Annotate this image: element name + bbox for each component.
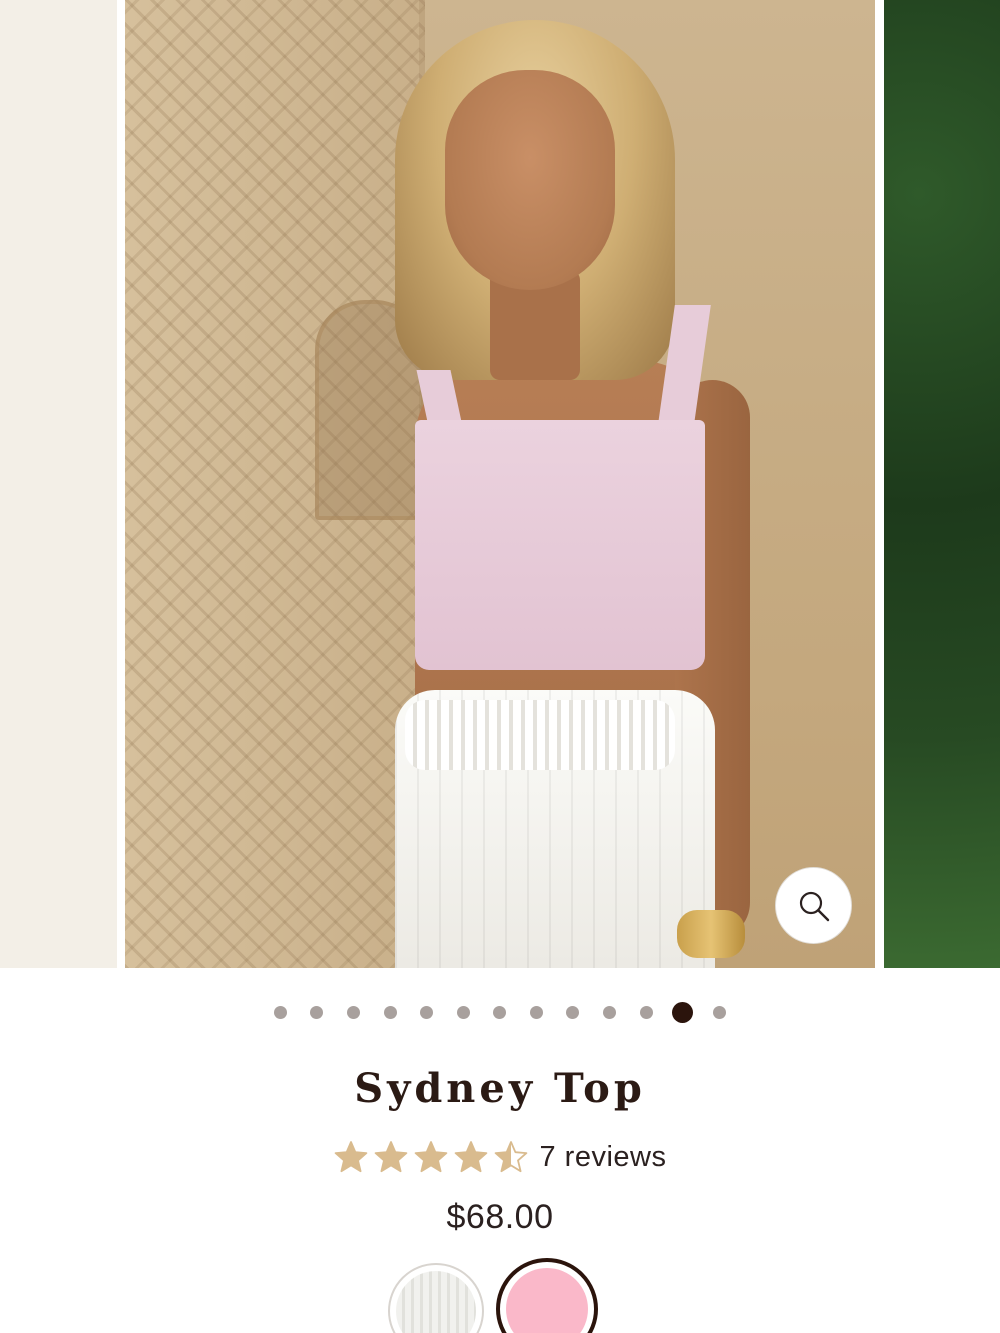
star-full-icon: [334, 1141, 367, 1173]
previous-slide-peek[interactable]: [0, 0, 117, 968]
star-full-icon: [414, 1141, 447, 1173]
pagination-dot[interactable]: [493, 1005, 507, 1019]
pagination-dot-active[interactable]: [672, 1001, 694, 1023]
star-rating: [334, 1140, 528, 1174]
pagination-dot[interactable]: [273, 1005, 287, 1019]
pagination-dot[interactable]: [383, 1005, 397, 1019]
zoom-button[interactable]: [775, 867, 852, 944]
magnifier-icon: [799, 891, 829, 921]
next-slide-peek[interactable]: [884, 0, 1000, 968]
star-full-icon: [454, 1141, 487, 1173]
gold-cuff-bracelet: [677, 910, 745, 958]
star-half-icon: [494, 1141, 527, 1173]
pagination-dot[interactable]: [603, 1005, 617, 1019]
pagination-dot[interactable]: [639, 1005, 653, 1019]
product-title: Sydney Top: [354, 1065, 646, 1112]
swatch-pink[interactable]: [496, 1258, 598, 1333]
product-image-carousel[interactable]: [0, 0, 1000, 968]
pagination-dot[interactable]: [420, 1005, 434, 1019]
reviews-link[interactable]: 7 reviews: [540, 1141, 667, 1174]
pagination-dot[interactable]: [456, 1005, 470, 1019]
product-price: $68.00: [446, 1198, 554, 1236]
carousel-pagination: [0, 1001, 1000, 1023]
model-figure: [395, 0, 750, 968]
pagination-dot[interactable]: [310, 1005, 324, 1019]
pagination-dot[interactable]: [346, 1005, 360, 1019]
pagination-dot[interactable]: [529, 1005, 543, 1019]
swatch-white[interactable]: [388, 1263, 484, 1333]
pink-crop-top: [415, 420, 705, 670]
star-full-icon: [374, 1141, 407, 1173]
product-rating[interactable]: 7 reviews: [0, 1136, 1000, 1178]
product-image[interactable]: [125, 0, 875, 968]
pagination-dot[interactable]: [713, 1005, 727, 1019]
swatch-pink-fill: [506, 1268, 588, 1333]
swatch-white-fill: [396, 1271, 476, 1333]
pagination-dot[interactable]: [566, 1005, 580, 1019]
